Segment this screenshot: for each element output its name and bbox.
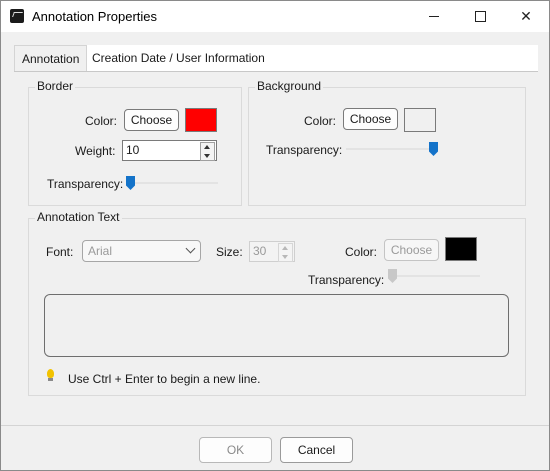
background-color-label: Color: xyxy=(304,114,337,128)
size-value: 30 xyxy=(253,244,267,258)
footer-divider xyxy=(1,425,549,426)
maximize-button[interactable] xyxy=(457,1,503,32)
slider-thumb[interactable] xyxy=(126,176,135,190)
annotation-text-group-title: Annotation Text xyxy=(35,210,122,224)
text-color-swatch[interactable] xyxy=(445,237,477,261)
close-icon: ✕ xyxy=(520,8,532,24)
tab-creation-date-user-info[interactable]: Creation Date / User Information xyxy=(85,45,272,70)
size-stepper[interactable]: 30 xyxy=(249,241,295,262)
close-button[interactable]: ✕ xyxy=(503,1,549,32)
text-choose-button[interactable]: Choose xyxy=(384,239,439,261)
window-title: Annotation Properties xyxy=(32,9,158,24)
border-transparency-label: Transparency: xyxy=(47,177,124,191)
cancel-button[interactable]: Cancel xyxy=(280,437,353,463)
spin-arrows-icon[interactable] xyxy=(278,243,293,262)
background-transparency-label: Transparency: xyxy=(266,143,343,157)
maximize-icon xyxy=(474,11,486,22)
border-color-swatch[interactable] xyxy=(185,108,217,132)
text-color-label: Color: xyxy=(345,245,378,259)
background-color-swatch[interactable] xyxy=(404,108,436,132)
text-transparency-label: Transparency: xyxy=(308,273,385,287)
size-label: Size: xyxy=(216,245,243,259)
annotation-text-input[interactable] xyxy=(44,294,509,357)
text-transparency-slider[interactable] xyxy=(388,269,480,283)
annotation-properties-dialog: Annotation Properties ✕ Annotation Creat… xyxy=(0,0,550,471)
lightbulb-icon xyxy=(47,369,54,381)
slider-track xyxy=(346,148,438,150)
font-select-value: Arial xyxy=(88,244,113,258)
minimize-button[interactable] xyxy=(411,1,457,32)
slider-track xyxy=(388,275,480,277)
slider-track xyxy=(126,182,218,184)
chevron-down-icon xyxy=(185,243,196,254)
spin-arrows-icon[interactable] xyxy=(200,142,215,161)
border-weight-label: Weight: xyxy=(75,144,116,158)
tab-annotation[interactable]: Annotation xyxy=(14,45,88,71)
hint-text: Use Ctrl + Enter to begin a new line. xyxy=(68,372,261,386)
border-color-label: Color: xyxy=(85,114,118,128)
font-select[interactable]: Arial xyxy=(82,240,201,262)
minimize-icon xyxy=(429,16,439,17)
slider-thumb[interactable] xyxy=(388,269,397,283)
border-weight-value: 10 xyxy=(126,143,140,157)
border-transparency-slider[interactable] xyxy=(126,176,218,190)
background-transparency-slider[interactable] xyxy=(346,142,438,156)
ok-button[interactable]: OK xyxy=(199,437,272,463)
border-group-title: Border xyxy=(35,79,76,93)
background-group-title: Background xyxy=(255,79,324,93)
title-bar: Annotation Properties ✕ xyxy=(1,1,549,32)
slider-thumb[interactable] xyxy=(429,142,438,156)
app-icon xyxy=(10,9,24,23)
tab-bar: Annotation Creation Date / User Informat… xyxy=(14,45,538,72)
border-choose-button[interactable]: Choose xyxy=(124,109,179,131)
background-choose-button[interactable]: Choose xyxy=(343,108,398,130)
font-label: Font: xyxy=(46,245,74,259)
border-weight-stepper[interactable]: 10 xyxy=(122,140,217,161)
